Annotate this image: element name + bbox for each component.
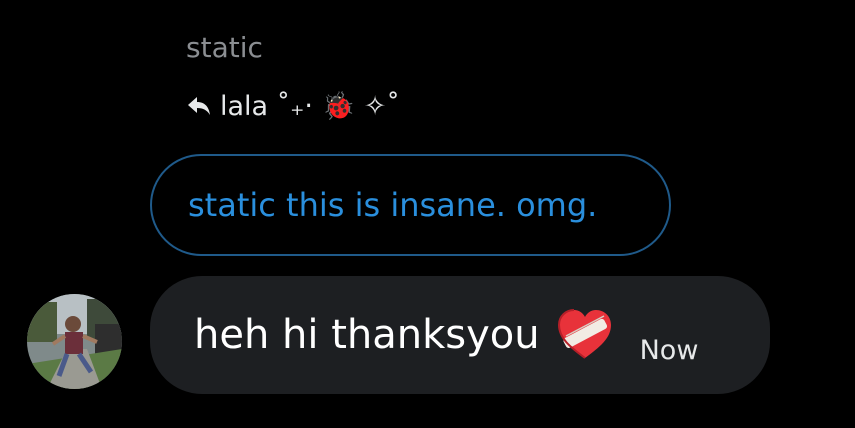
- message-bubble[interactable]: heh hi thanksyou Now: [150, 276, 770, 394]
- user-avatar-photo: [27, 294, 122, 389]
- quoted-message-bubble[interactable]: static this is insane. omg.: [150, 154, 671, 256]
- mending-heart-icon: [557, 309, 611, 359]
- avatar[interactable]: [27, 294, 122, 389]
- message-timestamp: Now: [639, 334, 699, 366]
- message-text: heh hi thanksyou: [194, 312, 540, 358]
- sender-name: static: [186, 31, 263, 64]
- reply-arrow-icon: [188, 97, 210, 115]
- reply-name: lala ˚₊‧ 🐞 ✧˚: [220, 91, 400, 122]
- reply-context[interactable]: lala ˚₊‧ 🐞 ✧˚: [186, 86, 400, 126]
- quoted-message-text: static this is insane. omg.: [188, 186, 598, 224]
